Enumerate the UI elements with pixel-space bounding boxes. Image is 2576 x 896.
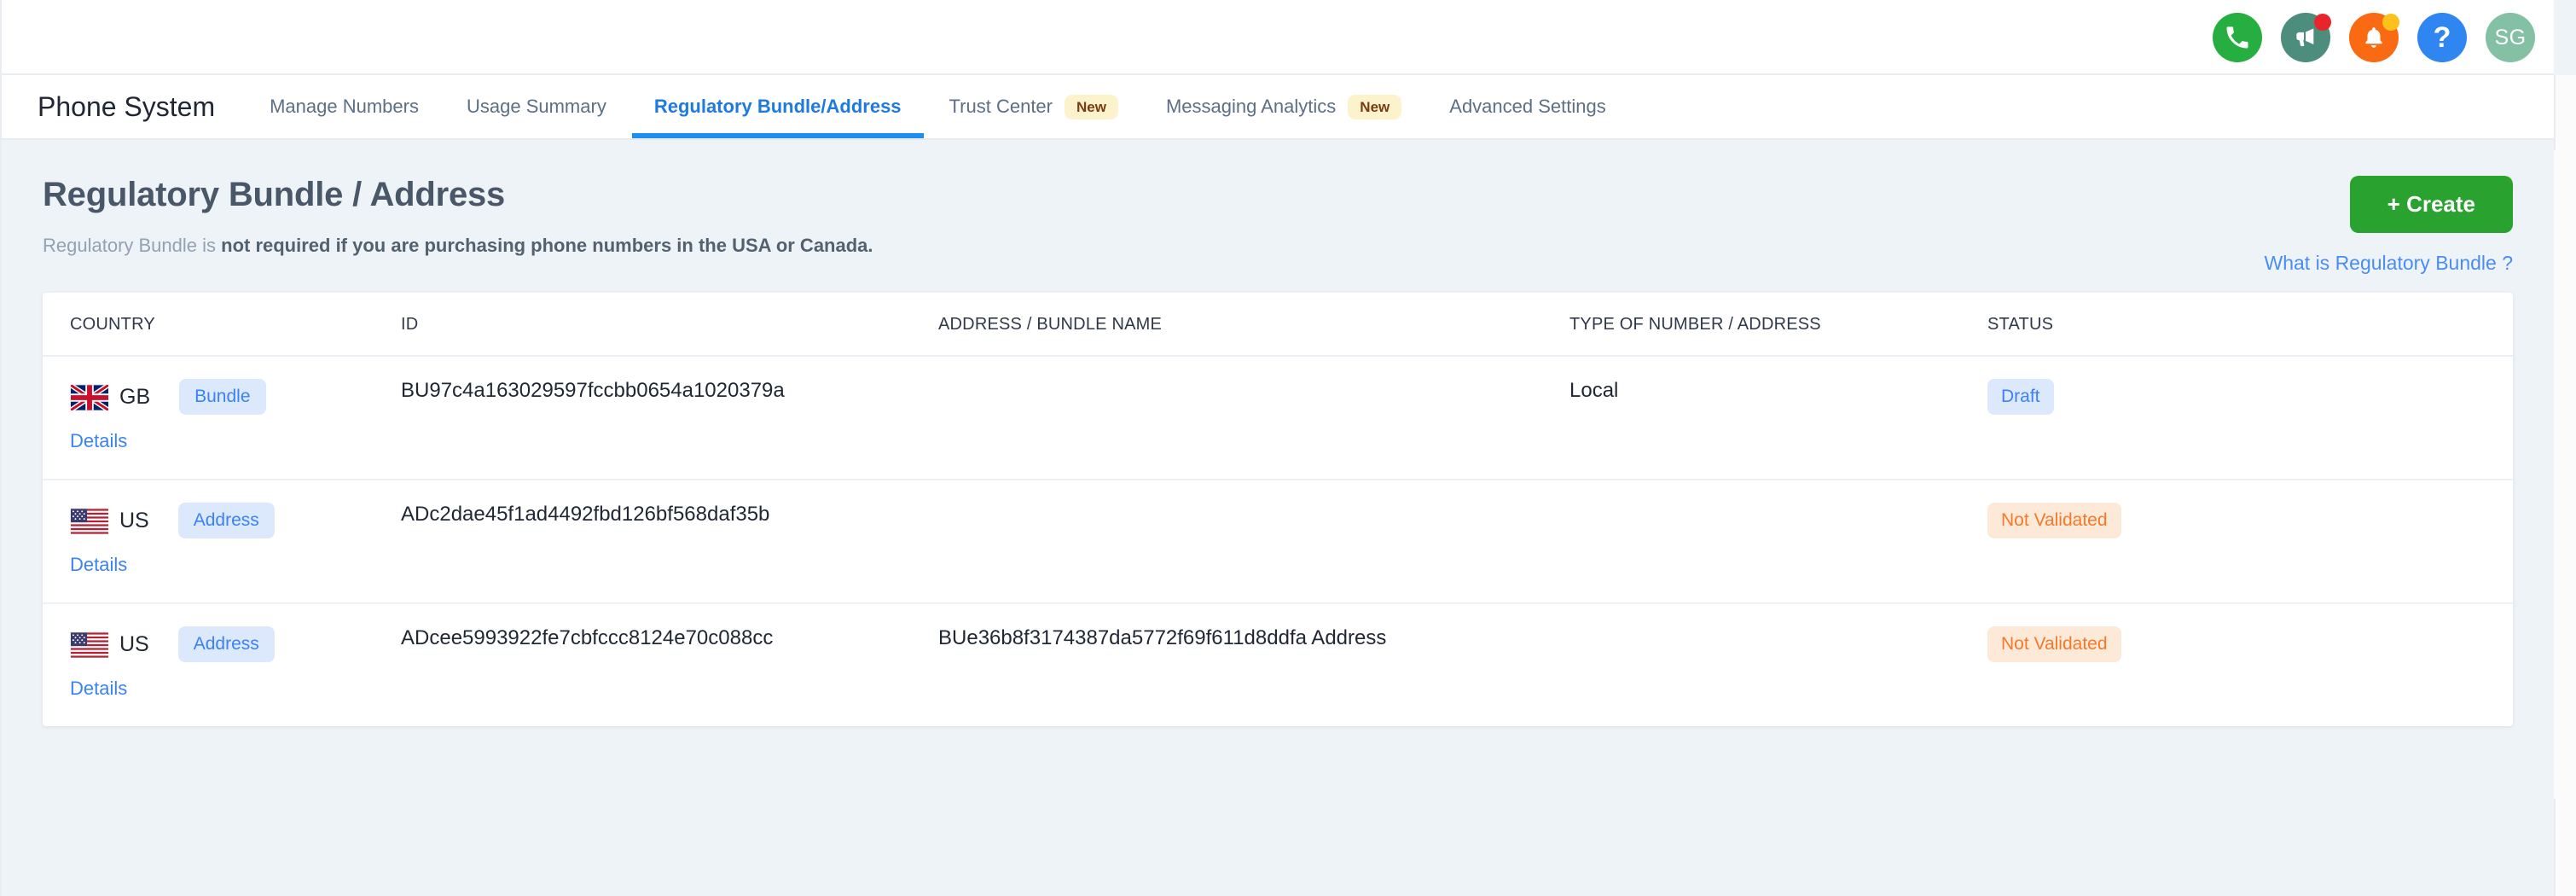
- details-link[interactable]: Details: [70, 678, 127, 700]
- country-code: GB: [119, 384, 151, 409]
- phone-icon[interactable]: [2213, 13, 2262, 62]
- cell-status: Not Validated: [1987, 480, 2513, 604]
- country-code: US: [119, 631, 149, 656]
- main-content: Regulatory Bundle / Address Regulatory B…: [2, 142, 2554, 896]
- column-header-type-of-number-address: TYPE OF NUMBER / ADDRESS: [1569, 293, 1987, 357]
- tab-label: Messaging Analytics: [1165, 96, 1337, 117]
- country-line: GB Bundle: [69, 379, 401, 415]
- page-header: Regulatory Bundle / Address Regulatory B…: [43, 142, 2513, 274]
- page-subtitle-prefix: Regulatory Bundle is: [43, 235, 222, 256]
- header-actions: + Create What is Regulatory Bundle ?: [2265, 176, 2514, 275]
- avatar-initials: SG: [2494, 25, 2527, 49]
- top-bar-icon-group: ? SG: [2213, 0, 2535, 75]
- gb-flag-icon: [69, 382, 110, 413]
- app-window: ? SG Phone System Manage Numbers Usage S…: [0, 0, 2576, 896]
- page-brand-title: Phone System: [38, 90, 216, 122]
- table-body: GB Bundle Details BU97c4a163029597fccbb0…: [43, 356, 2513, 726]
- help-question-mark: ?: [2433, 21, 2451, 54]
- cell-status: Not Validated: [1987, 603, 2513, 726]
- column-header-status: STATUS: [1987, 293, 2513, 357]
- cell-country: US Address Details: [43, 480, 401, 604]
- cell-status: Draft: [1987, 356, 2513, 480]
- table-row: US Address Details ADcee5993922fe7cbfccc…: [43, 603, 2513, 726]
- details-link[interactable]: Details: [70, 430, 127, 452]
- country-line: US Address: [70, 626, 401, 662]
- tab-label: Trust Center: [949, 96, 1053, 117]
- id-value: BU97c4a163029597fccbb0654a1020379a: [401, 379, 785, 402]
- country-code: US: [119, 508, 149, 532]
- new-badge: New: [1065, 94, 1118, 119]
- regulatory-table-card: COUNTRY ID ADDRESS / BUNDLE NAME TYPE OF…: [43, 293, 2513, 726]
- help-icon[interactable]: ?: [2417, 13, 2467, 62]
- us-flag-icon: [70, 631, 108, 658]
- regulatory-table: COUNTRY ID ADDRESS / BUNDLE NAME TYPE OF…: [43, 293, 2513, 726]
- create-button[interactable]: + Create: [2349, 176, 2513, 233]
- table-row: US Address Details ADc2dae45f1ad4492fbd1…: [43, 480, 2513, 604]
- kind-badge: Address: [177, 626, 275, 662]
- avatar[interactable]: SG: [2486, 13, 2535, 62]
- what-is-regulatory-bundle-link[interactable]: What is Regulatory Bundle ?: [2265, 252, 2514, 275]
- bell-unread-dot: [2382, 14, 2399, 31]
- tab-label: Manage Numbers: [270, 96, 419, 117]
- megaphone-unread-dot: [2314, 14, 2331, 31]
- column-header-country: COUNTRY: [43, 293, 401, 357]
- primary-nav: Phone System Manage Numbers Usage Summar…: [0, 75, 2554, 140]
- nav-item-list: Manage Numbers Usage Summary Regulatory …: [246, 75, 1630, 138]
- bell-icon[interactable]: [2349, 13, 2399, 62]
- cell-country: GB Bundle Details: [43, 356, 401, 480]
- country-line: US Address: [70, 503, 401, 538]
- scrollbar-thumb[interactable]: [2554, 150, 2576, 799]
- cell-id: BU97c4a163029597fccbb0654a1020379a: [401, 356, 938, 480]
- us-flag-icon: [70, 508, 108, 534]
- table-header-row: COUNTRY ID ADDRESS / BUNDLE NAME TYPE OF…: [43, 293, 2513, 357]
- id-value: ADc2dae45f1ad4492fbd126bf568daf35b: [401, 503, 770, 526]
- cell-type: [1569, 603, 1987, 726]
- cell-type: Local: [1569, 356, 1987, 480]
- kind-badge: Bundle: [179, 379, 266, 415]
- tab-manage-numbers[interactable]: Manage Numbers: [246, 75, 443, 138]
- new-badge: New: [1348, 94, 1402, 119]
- tab-messaging-analytics[interactable]: Messaging Analytics New: [1142, 75, 1425, 138]
- megaphone-icon[interactable]: [2281, 13, 2331, 62]
- cell-address-bundle-name: BUe36b8f3174387da5772f69f611d8ddfa Addre…: [938, 626, 1387, 649]
- tab-advanced-settings[interactable]: Advanced Settings: [1425, 75, 1629, 138]
- column-header-id: ID: [401, 293, 938, 357]
- status-badge: Not Validated: [1987, 626, 2121, 662]
- cell-address-bundle-name: [938, 480, 1569, 604]
- cell-id: ADc2dae45f1ad4492fbd126bf568daf35b: [401, 480, 938, 604]
- kind-badge: Address: [177, 503, 275, 538]
- column-header-address-bundle-name: ADDRESS / BUNDLE NAME: [938, 293, 1569, 357]
- id-value: ADcee5993922fe7cbfccc8124e70c088cc: [401, 626, 774, 649]
- cell-type: [1569, 480, 1987, 604]
- page-title: Regulatory Bundle / Address: [43, 176, 506, 213]
- tab-trust-center[interactable]: Trust Center New: [925, 75, 1142, 138]
- tab-regulatory-bundle-address[interactable]: Regulatory Bundle/Address: [630, 75, 925, 138]
- top-bar: ? SG: [0, 0, 2554, 75]
- tab-label: Advanced Settings: [1449, 96, 1606, 117]
- tab-label: Usage Summary: [466, 96, 606, 117]
- details-link[interactable]: Details: [70, 554, 127, 576]
- vertical-scrollbar[interactable]: [2554, 75, 2576, 896]
- table-row: GB Bundle Details BU97c4a163029597fccbb0…: [43, 356, 2513, 480]
- cell-country: US Address Details: [43, 603, 401, 726]
- tab-label: Regulatory Bundle/Address: [653, 96, 902, 117]
- status-badge: Draft: [1987, 379, 2054, 415]
- cell-id: ADcee5993922fe7cbfccc8124e70c088cc: [401, 603, 938, 726]
- page-subtitle-emphasis: not required if you are purchasing phone…: [221, 235, 873, 256]
- table-header: COUNTRY ID ADDRESS / BUNDLE NAME TYPE OF…: [43, 293, 2513, 357]
- page-subtitle: Regulatory Bundle is not required if you…: [43, 235, 2513, 257]
- cell-address-bundle-name: [938, 356, 1569, 480]
- status-badge: Not Validated: [1987, 503, 2121, 538]
- tab-usage-summary[interactable]: Usage Summary: [443, 75, 630, 138]
